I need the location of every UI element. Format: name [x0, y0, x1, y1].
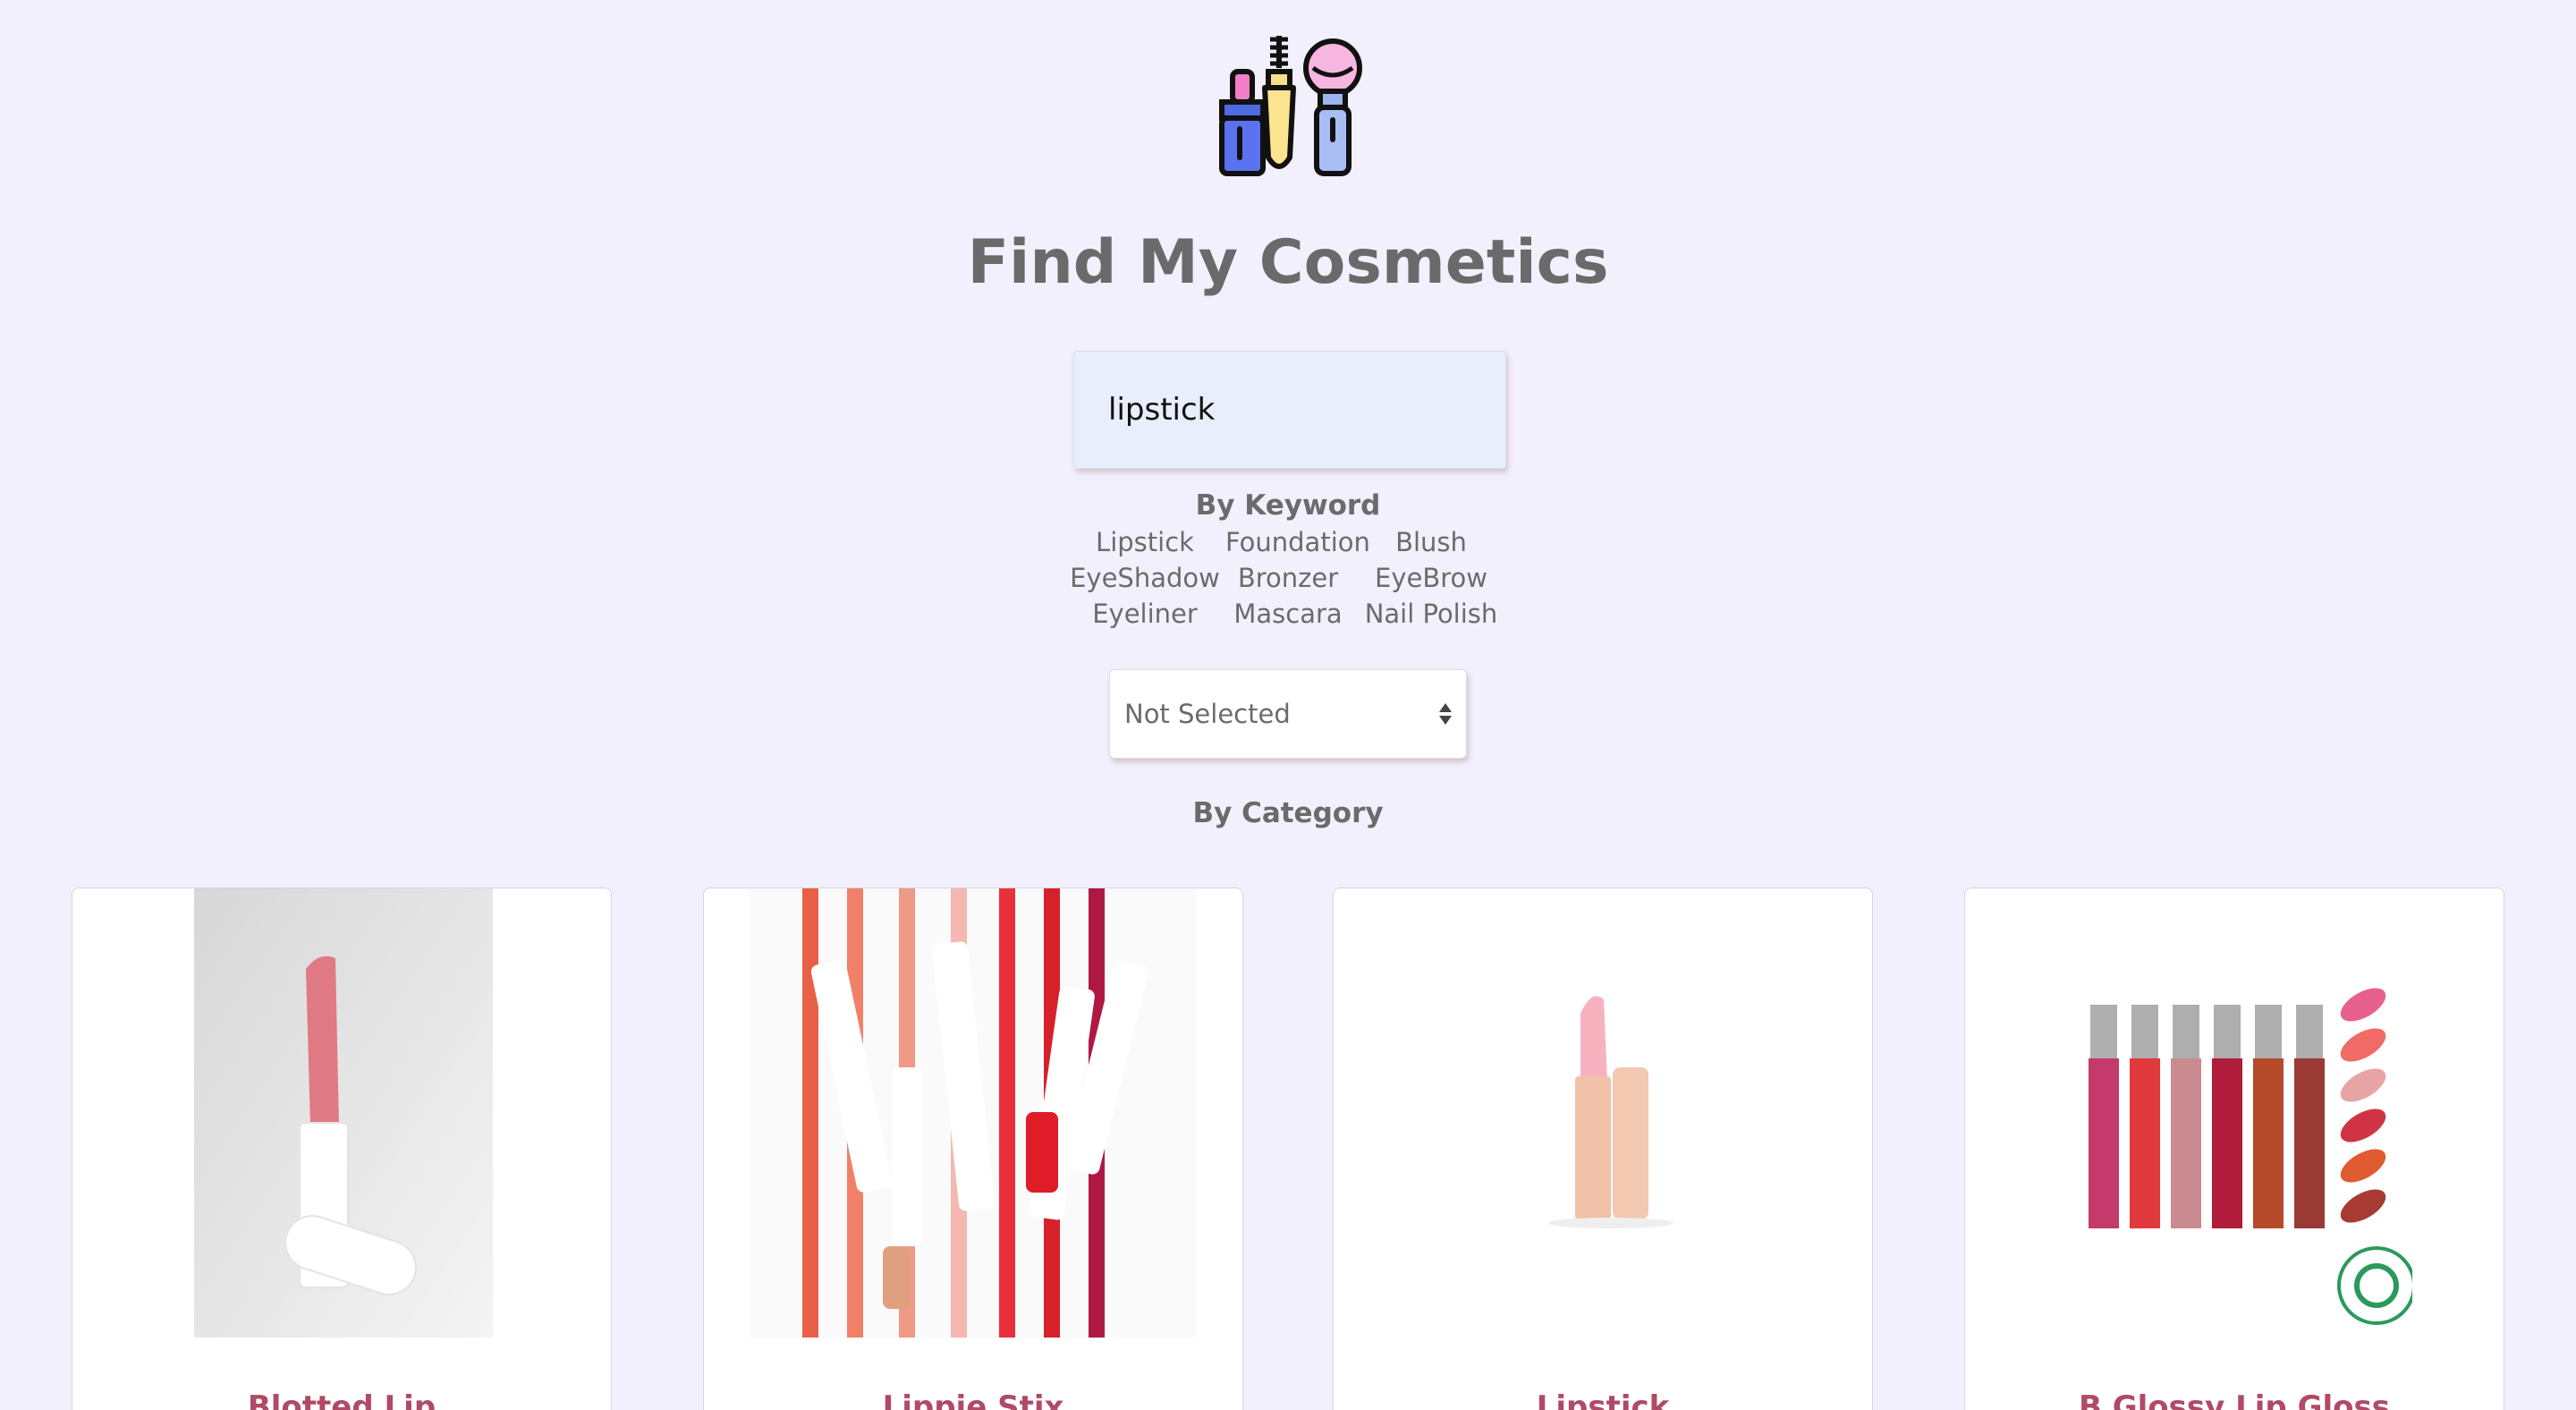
product-card[interactable]: Blotted Lip: [72, 888, 612, 1410]
keyword-eyeliner[interactable]: Eyeliner: [1064, 596, 1225, 632]
page: Find My Cosmetics By Keyword Lipstick Fo…: [0, 0, 2576, 1410]
makeup-kit-icon: [1219, 36, 1362, 176]
keyword-eyeshadow[interactable]: EyeShadow: [1064, 560, 1225, 596]
keyword-foundation[interactable]: Foundation: [1225, 524, 1370, 560]
select-arrows-icon: [1439, 703, 1452, 725]
product-image: [2055, 888, 2412, 1338]
product-card[interactable]: Lippie Stix: [703, 888, 1243, 1410]
search-input[interactable]: [1073, 351, 1506, 469]
category-heading: By Category: [1192, 797, 1384, 829]
category-select-value: Not Selected: [1124, 699, 1291, 729]
keyword-mascara[interactable]: Mascara: [1225, 596, 1351, 632]
page-title: Find My Cosmetics: [967, 227, 1609, 298]
product-image: [194, 888, 493, 1338]
keyword-bronzer[interactable]: Bronzer: [1225, 560, 1351, 596]
product-image: [1468, 888, 1736, 1338]
product-card[interactable]: Lipstick: [1333, 888, 1873, 1410]
keyword-nail-polish[interactable]: Nail Polish: [1351, 596, 1512, 632]
product-name[interactable]: B Glossy Lip Gloss: [1965, 1389, 2504, 1410]
product-name[interactable]: Lipstick: [1334, 1389, 1872, 1410]
keyword-lipstick[interactable]: Lipstick: [1064, 524, 1225, 560]
keyword-list: Lipstick Foundation Blush EyeShadow Bron…: [1064, 524, 1512, 632]
product-card[interactable]: B Glossy Lip Gloss: [1964, 888, 2504, 1410]
product-name[interactable]: Lippie Stix: [704, 1389, 1242, 1410]
keyword-eyebrow[interactable]: EyeBrow: [1351, 560, 1512, 596]
product-name[interactable]: Blotted Lip: [72, 1389, 611, 1410]
product-image: [749, 888, 1196, 1338]
keyword-heading: By Keyword: [1195, 489, 1381, 522]
keyword-blush[interactable]: Blush: [1351, 524, 1512, 560]
category-select[interactable]: Not Selected: [1109, 669, 1467, 759]
